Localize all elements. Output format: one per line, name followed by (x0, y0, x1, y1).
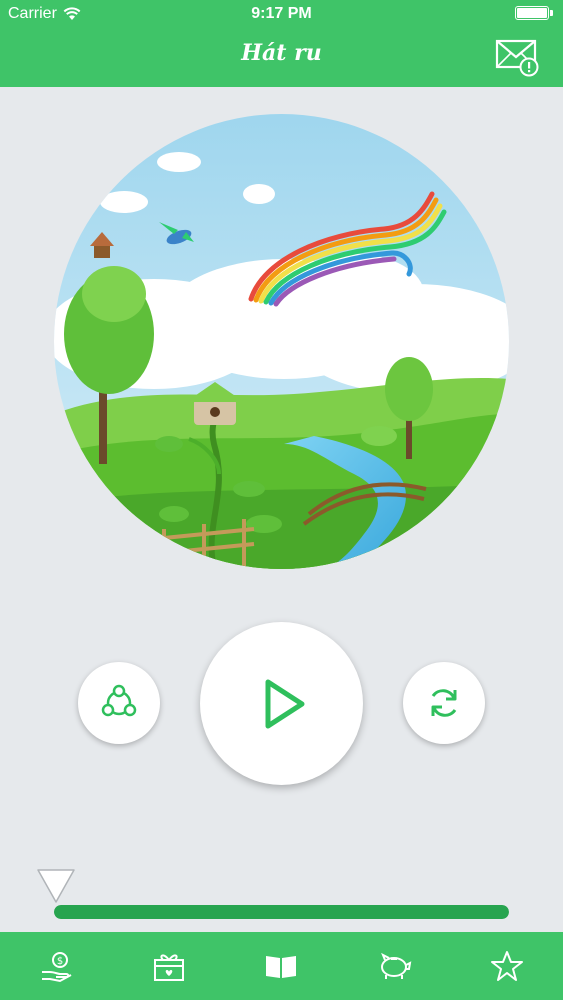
battery-icon (515, 6, 553, 20)
tab-gift[interactable] (139, 936, 199, 996)
piggy-bank-icon (381, 952, 412, 979)
donate-hand-icon: $ (42, 952, 72, 983)
clock: 9:17 PM (251, 5, 312, 22)
gift-box-icon (153, 954, 184, 981)
share-button[interactable] (78, 662, 160, 744)
play-icon (265, 679, 304, 728)
tab-favorites[interactable] (477, 936, 537, 996)
progress-fill (54, 905, 509, 919)
progress-thumb[interactable] (36, 866, 76, 906)
star-icon (490, 951, 523, 981)
share-icon (101, 684, 137, 717)
page-title: Hát ru (241, 40, 322, 66)
mail-alert-button[interactable] (495, 38, 541, 78)
repeat-button[interactable] (403, 662, 485, 744)
mail-alert-icon (495, 39, 539, 77)
album-artwork (54, 114, 509, 569)
book-icon (266, 956, 297, 978)
tab-bar: $ (0, 932, 563, 1000)
play-button[interactable] (200, 622, 363, 785)
app-header: Carrier 9:17 PM Hát ru (0, 0, 563, 87)
status-bar: Carrier 9:17 PM (0, 0, 563, 30)
tab-piggy-bank[interactable] (364, 936, 424, 996)
repeat-icon (431, 689, 457, 717)
progress-bar[interactable] (54, 905, 509, 919)
svg-text:$: $ (57, 956, 63, 967)
tab-book[interactable] (251, 936, 311, 996)
tab-donate[interactable]: $ (26, 936, 86, 996)
